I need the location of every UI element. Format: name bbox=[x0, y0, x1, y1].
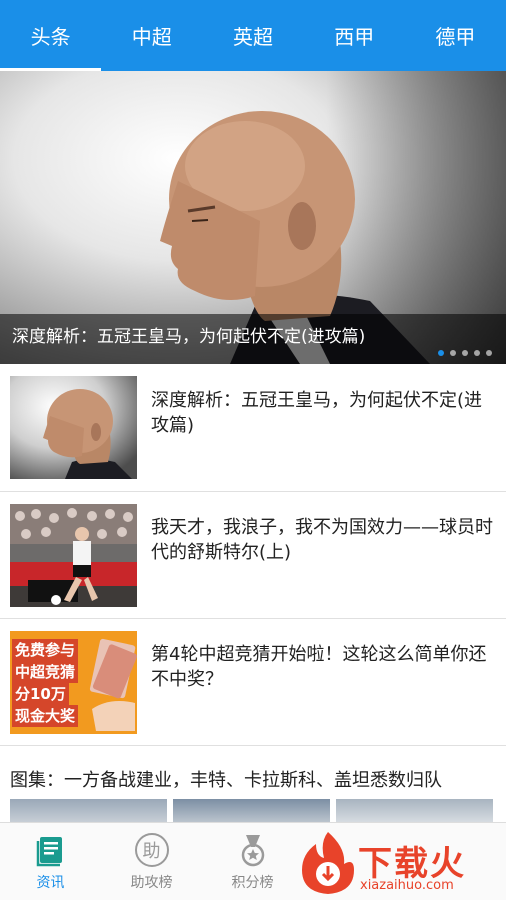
watermark-url: xiazaihuo.com bbox=[360, 878, 454, 893]
carousel-indicator bbox=[438, 350, 492, 356]
nav-news[interactable]: 资讯 bbox=[0, 823, 101, 900]
tab-label: 西甲 bbox=[334, 25, 375, 49]
top-tab-bar: 头条 中超 英超 西甲 德甲 bbox=[0, 0, 506, 71]
carousel-dot[interactable] bbox=[438, 350, 444, 356]
tab-label: 德甲 bbox=[435, 25, 476, 49]
nav-assists[interactable]: 助 助攻榜 bbox=[101, 823, 202, 900]
tab-label: 头条 bbox=[30, 25, 71, 49]
news-list: 深度解析：五冠王皇马，为何起伏不定(进攻篇) 我天才，我浪子，我不为国效力——球… bbox=[0, 364, 506, 745]
carousel-dot[interactable] bbox=[474, 350, 480, 356]
money-illustration bbox=[89, 638, 137, 731]
news-thumbnail bbox=[10, 376, 137, 479]
carousel-dot[interactable] bbox=[486, 350, 492, 356]
news-title: 我天才，我浪子，我不为国效力——球员时代的舒斯特尔(上) bbox=[151, 517, 493, 563]
list-item[interactable]: 深度解析：五冠王皇马，为何起伏不定(进攻篇) bbox=[0, 364, 506, 491]
tab-la-liga[interactable]: 西甲 bbox=[304, 0, 405, 71]
watermark: 下载火 xiazaihuo.com bbox=[296, 826, 506, 900]
nav-label: 资讯 bbox=[36, 875, 65, 891]
news-thumbnail bbox=[10, 503, 137, 607]
list-item[interactable]: 免费参与 中超竞猜 分10万 现金大奖 第4轮中超竞猜开始啦！这轮这么简单你还不… bbox=[0, 618, 506, 745]
tab-label: 中超 bbox=[131, 25, 172, 49]
tab-label: 英超 bbox=[233, 25, 273, 49]
news-title: 第4轮中超竞猜开始啦！这轮这么简单你还不中奖？ bbox=[151, 644, 487, 690]
nav-label: 助攻榜 bbox=[130, 875, 173, 891]
hero-banner[interactable]: 深度解析：五冠王皇马，为何起伏不定(进攻篇) bbox=[0, 71, 506, 364]
carousel-dot[interactable] bbox=[462, 350, 468, 356]
tab-headlines[interactable]: 头条 bbox=[0, 0, 102, 71]
assist-icon: 助 bbox=[134, 833, 169, 867]
gallery-item[interactable]: 图集：一方备战建业，丰特、卡拉斯科、盖坦悉数归队 bbox=[0, 745, 506, 827]
flame-logo-icon bbox=[302, 832, 354, 894]
news-thumbnail: 免费参与 中超竞猜 分10万 现金大奖 bbox=[10, 630, 137, 734]
news-title: 深度解析：五冠王皇马，为何起伏不定(进攻篇) bbox=[151, 389, 483, 436]
tab-csl[interactable]: 中超 bbox=[101, 0, 202, 71]
carousel-dot[interactable] bbox=[450, 350, 456, 356]
gallery-title: 图集：一方备战建业，丰特、卡拉斯科、盖坦悉数归队 bbox=[10, 770, 442, 791]
tab-premier-league[interactable]: 英超 bbox=[202, 0, 303, 71]
tab-bundesliga[interactable]: 德甲 bbox=[405, 0, 506, 71]
nav-standings[interactable]: 积分榜 bbox=[202, 823, 303, 900]
medal-icon bbox=[241, 835, 264, 867]
assist-glyph: 助 bbox=[142, 841, 161, 862]
news-icon bbox=[36, 837, 62, 867]
nav-label: 积分榜 bbox=[231, 875, 274, 891]
hero-caption: 深度解析：五冠王皇马，为何起伏不定(进攻篇) bbox=[0, 314, 506, 364]
list-item[interactable]: 我天才，我浪子，我不为国效力——球员时代的舒斯特尔(上) bbox=[0, 491, 506, 618]
